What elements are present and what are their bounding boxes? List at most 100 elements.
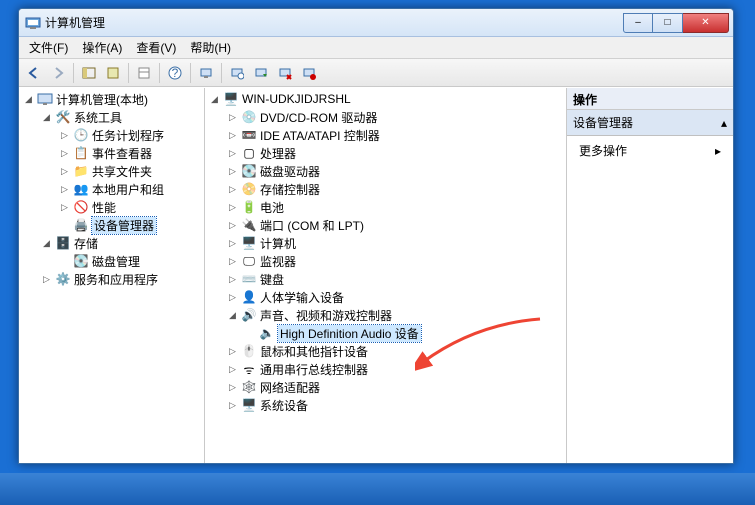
scan-hardware-button[interactable] xyxy=(226,62,248,84)
expand-icon[interactable]: ▷ xyxy=(59,202,70,213)
menu-view[interactable]: 查看(V) xyxy=(130,37,182,58)
expand-icon[interactable]: ▷ xyxy=(59,166,70,177)
storage-icon: 🗄️ xyxy=(55,235,71,251)
cpu-icon: ▢ xyxy=(241,145,257,161)
expand-icon[interactable]: ▷ xyxy=(227,166,238,177)
toolbar-separator xyxy=(159,63,160,83)
tree-local-users[interactable]: ▷👥本地用户和组 xyxy=(57,180,204,198)
expand-icon[interactable]: ◢ xyxy=(41,112,52,123)
minimize-button[interactable]: – xyxy=(623,13,653,33)
dev-computer[interactable]: ▷🖥️计算机 xyxy=(225,234,566,252)
expand-icon[interactable]: ▷ xyxy=(227,220,238,231)
dev-network[interactable]: ▷🕸️网络适配器 xyxy=(225,378,566,396)
expand-icon[interactable]: ▷ xyxy=(227,148,238,159)
menu-help[interactable]: 帮助(H) xyxy=(184,37,237,58)
dev-system[interactable]: ▷🖥️系统设备 xyxy=(225,396,566,414)
help-button[interactable]: ? xyxy=(164,62,186,84)
dev-sound[interactable]: ◢🔊声音、视频和游戏控制器 xyxy=(225,306,566,324)
dev-ide[interactable]: ▷📼IDE ATA/ATAPI 控制器 xyxy=(225,126,566,144)
view-button[interactable] xyxy=(133,62,155,84)
dev-hd-audio[interactable]: 🔈High Definition Audio 设备 xyxy=(243,324,566,342)
tree-services-apps[interactable]: ▷ ⚙️ 服务和应用程序 xyxy=(39,270,204,288)
properties-button[interactable] xyxy=(102,62,124,84)
actions-header: 操作 xyxy=(567,88,733,110)
device-tree: ◢ 🖥️ WIN-UDKJIDJRSHL ▷💿DVD/CD-ROM 驱动器 ▷📼… xyxy=(205,88,566,416)
dev-dvd[interactable]: ▷💿DVD/CD-ROM 驱动器 xyxy=(225,108,566,126)
expand-icon[interactable]: ◢ xyxy=(209,94,220,105)
tree-event-viewer[interactable]: ▷📋事件查看器 xyxy=(57,144,204,162)
expand-icon[interactable]: ▷ xyxy=(227,364,238,375)
menu-action[interactable]: 操作(A) xyxy=(76,37,128,58)
left-pane[interactable]: ◢ 计算机管理(本地) ◢ 🛠️ 系统工具 ▷🕒任务计划程 xyxy=(19,88,205,463)
svg-text:?: ? xyxy=(172,66,179,80)
expand-icon[interactable]: ▷ xyxy=(59,130,70,141)
update-driver-button[interactable] xyxy=(250,62,272,84)
expand-icon[interactable]: ◢ xyxy=(23,94,34,105)
tree-disk-management[interactable]: 💽磁盘管理 xyxy=(57,252,204,270)
dev-root[interactable]: ◢ 🖥️ WIN-UDKJIDJRSHL xyxy=(207,90,566,108)
toolbar-separator xyxy=(221,63,222,83)
refresh-button[interactable] xyxy=(195,62,217,84)
ide-icon: 📼 xyxy=(241,127,257,143)
expand-icon[interactable]: ▷ xyxy=(227,292,238,303)
back-button[interactable] xyxy=(23,62,45,84)
expand-icon[interactable]: ▷ xyxy=(227,202,238,213)
expand-icon[interactable]: ▷ xyxy=(227,130,238,141)
actions-section-label: 设备管理器 xyxy=(573,114,633,131)
device-manager-pane[interactable]: ◢ 🖥️ WIN-UDKJIDJRSHL ▷💿DVD/CD-ROM 驱动器 ▷📼… xyxy=(205,88,567,463)
tree-sys-tools[interactable]: ◢ 🛠️ 系统工具 xyxy=(39,108,204,126)
tree-shared-folders[interactable]: ▷📁共享文件夹 xyxy=(57,162,204,180)
expand-icon[interactable]: ▷ xyxy=(227,346,238,357)
tree-label: 计算机管理(本地) xyxy=(56,91,148,108)
expand-icon[interactable]: ◢ xyxy=(227,310,238,321)
expand-icon[interactable]: ▷ xyxy=(227,274,238,285)
tree-root[interactable]: ◢ 计算机管理(本地) xyxy=(21,90,204,108)
forward-button[interactable] xyxy=(47,62,69,84)
toolbar-separator xyxy=(128,63,129,83)
tree-task-scheduler[interactable]: ▷🕒任务计划程序 xyxy=(57,126,204,144)
perf-icon: 🚫 xyxy=(73,199,89,215)
expand-icon xyxy=(59,220,70,231)
expand-icon[interactable]: ◢ xyxy=(41,238,52,249)
expand-icon[interactable]: ▷ xyxy=(227,382,238,393)
expand-icon[interactable]: ▷ xyxy=(227,112,238,123)
dev-ports[interactable]: ▷🔌端口 (COM 和 LPT) xyxy=(225,216,566,234)
expand-icon[interactable]: ▷ xyxy=(227,256,238,267)
tree-device-manager[interactable]: 🖨️设备管理器 xyxy=(57,216,204,234)
dev-disk[interactable]: ▷💽磁盘驱动器 xyxy=(225,162,566,180)
menu-file[interactable]: 文件(F) xyxy=(23,37,74,58)
close-button[interactable]: ✕ xyxy=(683,13,729,33)
expand-icon[interactable]: ▷ xyxy=(227,238,238,249)
uninstall-button[interactable] xyxy=(274,62,296,84)
expand-icon[interactable]: ▷ xyxy=(41,274,52,285)
dev-battery[interactable]: ▷🔋电池 xyxy=(225,198,566,216)
collapse-icon[interactable]: ▴ xyxy=(721,116,727,130)
tree-performance[interactable]: ▷🚫性能 xyxy=(57,198,204,216)
dev-keyboard[interactable]: ▷⌨️键盘 xyxy=(225,270,566,288)
maximize-button[interactable]: □ xyxy=(653,13,683,33)
expand-icon[interactable]: ▷ xyxy=(59,184,70,195)
expand-icon[interactable]: ▷ xyxy=(59,148,70,159)
actions-section[interactable]: 设备管理器 ▴ xyxy=(567,110,733,136)
expand-icon[interactable]: ▷ xyxy=(227,400,238,411)
hid-icon: 👤 xyxy=(241,289,257,305)
expand-icon[interactable]: ▷ xyxy=(227,184,238,195)
usb-icon: ᯤ xyxy=(241,361,257,377)
disable-button[interactable] xyxy=(298,62,320,84)
dev-usb[interactable]: ▷ᯤ通用串行总线控制器 xyxy=(225,360,566,378)
mouse-icon: 🖱️ xyxy=(241,343,257,359)
dev-cpu[interactable]: ▷▢处理器 xyxy=(225,144,566,162)
dev-storage-ctrl[interactable]: ▷📀存储控制器 xyxy=(225,180,566,198)
expand-icon xyxy=(245,328,256,339)
tree-storage[interactable]: ◢ 🗄️ 存储 xyxy=(39,234,204,252)
taskbar[interactable] xyxy=(0,473,755,505)
dev-monitor[interactable]: ▷🖵监视器 xyxy=(225,252,566,270)
actions-more[interactable]: 更多操作 ▸ xyxy=(567,136,733,165)
show-hide-tree-button[interactable] xyxy=(78,62,100,84)
titlebar[interactable]: 计算机管理 – □ ✕ xyxy=(19,9,733,37)
clock-icon: 🕒 xyxy=(73,127,89,143)
keyboard-icon: ⌨️ xyxy=(241,271,257,287)
dev-hid[interactable]: ▷👤人体学输入设备 xyxy=(225,288,566,306)
event-icon: 📋 xyxy=(73,145,89,161)
dev-mouse[interactable]: ▷🖱️鼠标和其他指针设备 xyxy=(225,342,566,360)
